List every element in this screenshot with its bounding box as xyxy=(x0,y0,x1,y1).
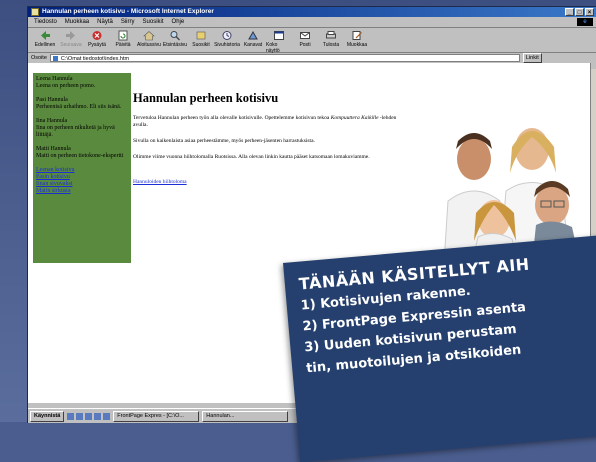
menu-item-file[interactable]: Tiedosto xyxy=(34,17,57,27)
member-desc: Perheenisä urhaihmo. Eli siis isänä. xyxy=(36,104,122,110)
quick-launch-icon[interactable] xyxy=(94,412,102,420)
refresh-icon xyxy=(118,30,128,41)
address-label: Osoite xyxy=(31,55,47,61)
mail-icon xyxy=(300,32,310,39)
quick-launch xyxy=(67,412,111,420)
link-matti-page[interactable]: Matin sirkusta xyxy=(36,188,128,195)
print-button[interactable]: Tulosta xyxy=(318,28,344,48)
family-sidebar: Leena Hannula Leena on perheen pomo. Pas… xyxy=(33,73,131,263)
sidebar-links: Leenan kotisivu Pasin kotisivu Iinan siv… xyxy=(36,167,128,195)
scroll-up-icon[interactable] xyxy=(591,63,596,69)
menu-item-favorites[interactable]: Suosikit xyxy=(143,17,164,27)
back-button[interactable]: Edellinen xyxy=(32,28,58,48)
forward-button[interactable]: Seuraava xyxy=(58,28,84,48)
mail-button[interactable]: Posti xyxy=(292,28,318,48)
task-frontpage-express[interactable]: FrontPage Expres - [C:\O... xyxy=(113,410,200,422)
minimize-button[interactable]: _ xyxy=(565,8,574,16)
member-iina: Iina Hannula Iina on perheen nikultetä j… xyxy=(36,118,128,139)
close-button[interactable]: × xyxy=(585,8,594,16)
member-leena: Leena Hannula Leena on perheen pomo. xyxy=(36,76,128,90)
edit-icon xyxy=(352,31,362,40)
magazine-name: Kompuuttera Kaikille xyxy=(330,115,379,121)
hobbies-paragraph: Sivulla on kaikenlaista asiaa perheestäm… xyxy=(133,138,315,144)
window-controls: _ □ × xyxy=(565,8,594,16)
title-bar[interactable]: Hannulan perheen kotisivu - Microsoft In… xyxy=(28,7,596,17)
window-title: Hannulan perheen kotisivu - Microsoft In… xyxy=(42,8,214,15)
quick-launch-icon[interactable] xyxy=(76,412,84,420)
back-icon xyxy=(41,31,50,40)
favorites-icon xyxy=(196,31,206,40)
member-name: Leena Hannula xyxy=(36,76,73,82)
member-matti: Matti Hannula Matti on perheen tietokone… xyxy=(36,146,128,160)
menu-bar: Tiedosto Muokkaa Näytä Siirry Suosikit O… xyxy=(28,17,596,28)
menu-item-go[interactable]: Siirry xyxy=(121,17,135,27)
edit-button[interactable]: Muokkaa xyxy=(344,28,370,48)
search-button[interactable]: Etsintäsivu xyxy=(162,28,188,48)
link-leena-homepage[interactable]: Leenan kotisivu xyxy=(36,167,128,174)
ie-logo-icon: e xyxy=(577,18,593,26)
main-article: Hannulan perheen kotisivu Tervetuloa Han… xyxy=(133,91,403,188)
member-desc: Matti on perheen tietokone-ekspertti xyxy=(36,153,124,159)
task-internet-explorer[interactable]: Hannulan... xyxy=(202,410,289,422)
menu-item-help[interactable]: Ohje xyxy=(172,17,185,27)
quick-launch-icon[interactable] xyxy=(67,412,75,420)
member-name: Iina Hannula xyxy=(36,118,68,124)
toolbar: Edellinen Seuraava Pysäytä Päivitä Aloit… xyxy=(28,28,596,54)
favorites-button[interactable]: Suosikit xyxy=(188,28,214,48)
intro-paragraph: Tervetuloa Hannulan perheen työn alla ol… xyxy=(133,115,397,128)
member-desc: Leena on perheen pomo. xyxy=(36,83,96,89)
page-title: Hannulan perheen kotisivu xyxy=(133,91,279,105)
menu-item-view[interactable]: Näytä xyxy=(97,17,113,27)
history-icon xyxy=(222,31,232,40)
menu-item-edit[interactable]: Muokkaa xyxy=(65,17,89,27)
quick-launch-icon[interactable] xyxy=(85,412,93,420)
fullscreen-icon xyxy=(274,31,284,40)
member-pasi: Pasi Hannula Perheenisä urhaihmo. Eli si… xyxy=(36,97,128,111)
search-icon xyxy=(170,31,180,41)
address-value: C:\Omat tiedostot\index.htm xyxy=(60,56,130,62)
channels-button[interactable]: Kanavat xyxy=(240,28,266,48)
refresh-button[interactable]: Päivitä xyxy=(110,28,136,48)
ski-holiday-link[interactable]: Hannuloiden hiihtoloma xyxy=(133,179,187,185)
link-iina-page[interactable]: Iinan sivuvaksi xyxy=(36,181,128,188)
member-desc: Iina on perheen nikultetä ja hyvä liittä… xyxy=(36,125,115,138)
member-name: Pasi Hannula xyxy=(36,97,68,103)
holiday-paragraph: Olimme viime vuonna hiihtolomalla Ruotsi… xyxy=(133,154,370,160)
forward-icon xyxy=(66,31,75,40)
topics-overlay-banner: TÄNÄÄN KÄSITELLYT AIH 1) Kotisivujen rak… xyxy=(283,231,596,462)
history-button[interactable]: Sivuhistoria xyxy=(214,28,240,48)
home-button[interactable]: Aloitussivu xyxy=(136,28,162,48)
page-icon xyxy=(52,56,58,61)
ie-app-icon xyxy=(31,8,39,16)
link-pasi-homepage[interactable]: Pasin kotisivu xyxy=(36,174,128,181)
quick-launch-icon[interactable] xyxy=(103,412,111,420)
stop-button[interactable]: Pysäytä xyxy=(84,28,110,48)
fullscreen-button[interactable]: Koko näyttö xyxy=(266,28,292,54)
stop-icon xyxy=(92,31,102,40)
start-button[interactable]: Käynnistä xyxy=(30,410,65,422)
member-name: Matti Hannula xyxy=(36,146,71,152)
address-input[interactable]: C:\Omat tiedostot\index.htm xyxy=(49,54,520,62)
links-button[interactable]: Linkit xyxy=(522,53,542,63)
home-icon xyxy=(143,31,155,41)
channels-icon xyxy=(248,30,258,40)
maximize-button[interactable]: □ xyxy=(575,8,584,16)
print-icon xyxy=(326,31,336,39)
